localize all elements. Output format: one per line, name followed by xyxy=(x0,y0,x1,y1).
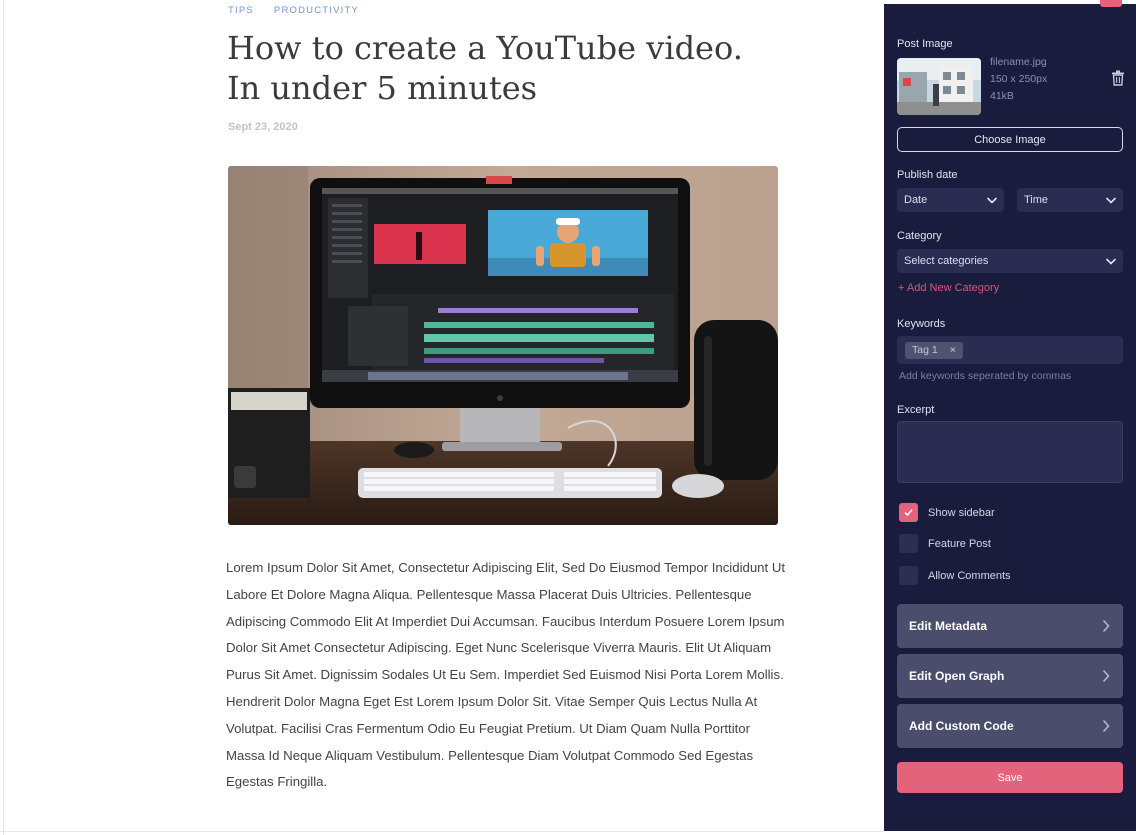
hero-image xyxy=(228,166,778,525)
accordion-label: Add Custom Code xyxy=(909,719,1014,733)
edit-open-graph-accordion[interactable]: Edit Open Graph xyxy=(897,654,1123,698)
publish-date-label: Publish date xyxy=(897,169,958,181)
file-dimensions: 150 x 250px xyxy=(990,73,1048,85)
checkbox-label: Feature Post xyxy=(928,537,991,550)
excerpt-label: Excerpt xyxy=(897,404,935,416)
tag-link-productivity[interactable]: PRODUCTIVITY xyxy=(274,5,359,16)
accordion-label: Edit Metadata xyxy=(909,619,988,633)
feature-post-checkbox[interactable]: Feature Post xyxy=(899,534,991,553)
keyword-chip-label: Tag 1 xyxy=(912,344,938,356)
date-select-value: Date xyxy=(904,194,928,206)
checkbox-label: Allow Comments xyxy=(928,569,1011,582)
file-name: filename.jpg xyxy=(990,56,1047,68)
chevron-right-icon xyxy=(1102,719,1110,733)
date-select[interactable]: Date xyxy=(897,188,1004,212)
close-icon[interactable]: × xyxy=(950,344,956,356)
keyword-chip: Tag 1 × xyxy=(905,342,963,359)
article-body: Lorem Ipsum Dolor Sit Amet, Consectetur … xyxy=(226,560,786,790)
sidebar-top-tab[interactable] xyxy=(1100,0,1122,7)
article-date: Sept 23, 2020 xyxy=(228,121,298,133)
chevron-right-icon xyxy=(1102,619,1110,633)
checkbox-box[interactable] xyxy=(899,566,918,585)
save-button[interactable]: Save xyxy=(897,762,1123,793)
file-info: filename.jpg 150 x 250px 41kB xyxy=(990,54,1047,105)
article-title-line-1: How to create a YouTube video. xyxy=(227,29,743,67)
trash-icon[interactable] xyxy=(1111,70,1125,86)
keywords-input[interactable]: Tag 1 × xyxy=(897,336,1123,364)
edit-metadata-accordion[interactable]: Edit Metadata xyxy=(897,604,1123,648)
keywords-label: Keywords xyxy=(897,318,946,330)
category-select-value: Select categories xyxy=(904,255,989,267)
tag-link-tips[interactable]: TIPS xyxy=(228,5,254,16)
checkbox-box[interactable] xyxy=(899,503,918,522)
checkbox-box[interactable] xyxy=(899,534,918,553)
chevron-right-icon xyxy=(1102,669,1110,683)
article-title-line-2: In under 5 minutes xyxy=(227,69,538,107)
post-settings-sidebar: Post Image filename.jpg 150 x 250px 41kB… xyxy=(884,0,1136,831)
chevron-down-icon xyxy=(1105,258,1117,265)
post-image-thumbnail xyxy=(897,58,981,115)
post-image-label: Post Image xyxy=(897,38,953,50)
keywords-hint: Add keywords seperated by commas xyxy=(899,370,1072,382)
article-tags: TIPS PRODUCTIVITY xyxy=(228,5,359,16)
show-sidebar-checkbox[interactable]: Show sidebar xyxy=(899,503,995,522)
article-title: How to create a YouTube video. In under … xyxy=(227,28,787,108)
add-new-category-link[interactable]: + Add New Category xyxy=(898,282,999,294)
excerpt-textarea[interactable] xyxy=(897,421,1123,483)
article-preview: TIPS PRODUCTIVITY How to create a YouTub… xyxy=(0,0,884,835)
choose-image-button[interactable]: Choose Image xyxy=(897,127,1123,152)
checkbox-label: Show sidebar xyxy=(928,506,995,519)
chevron-down-icon xyxy=(1105,197,1117,204)
file-size: 41kB xyxy=(990,90,1014,102)
allow-comments-checkbox[interactable]: Allow Comments xyxy=(899,566,1011,585)
accordion-label: Edit Open Graph xyxy=(909,669,1005,683)
add-custom-code-accordion[interactable]: Add Custom Code xyxy=(897,704,1123,748)
check-icon xyxy=(904,509,913,517)
time-select-value: Time xyxy=(1024,194,1049,206)
category-label: Category xyxy=(897,230,942,242)
category-select[interactable]: Select categories xyxy=(897,249,1123,273)
time-select[interactable]: Time xyxy=(1017,188,1123,212)
chevron-down-icon xyxy=(986,197,998,204)
